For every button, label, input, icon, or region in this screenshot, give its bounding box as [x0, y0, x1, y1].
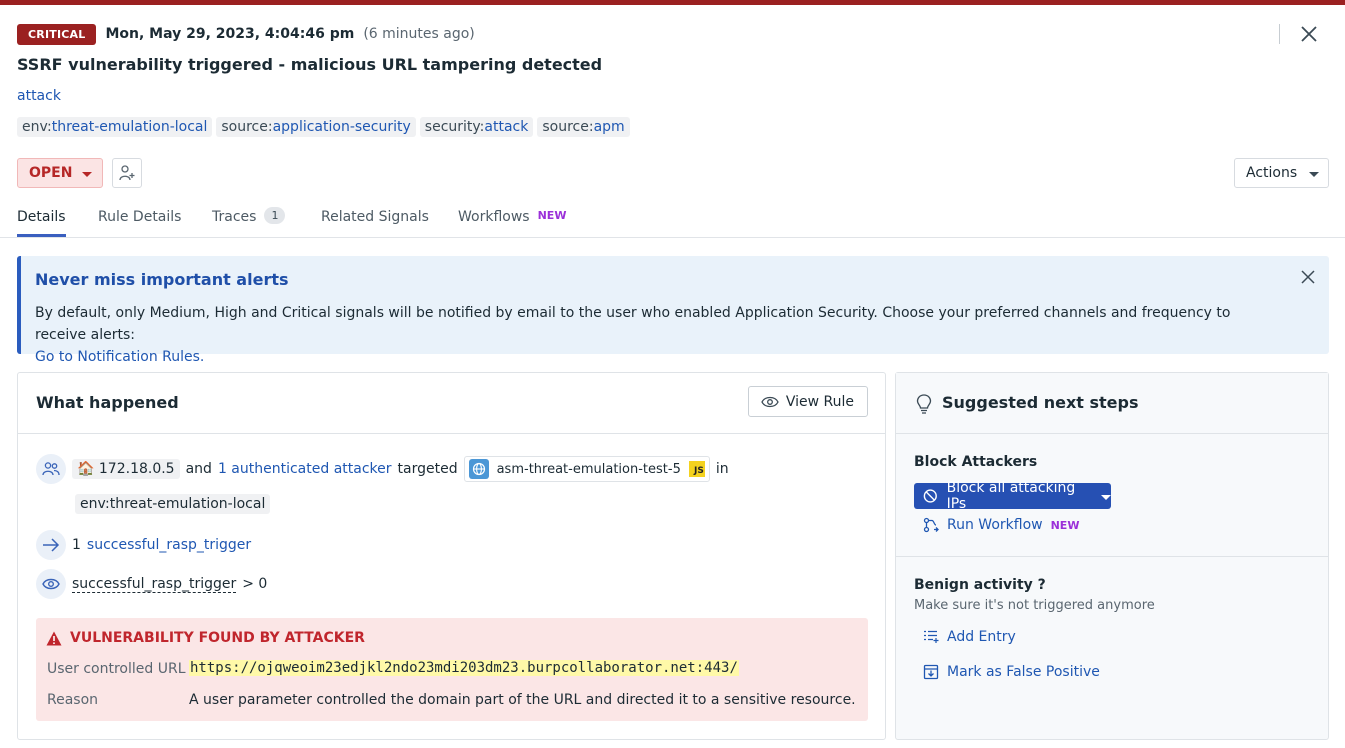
service-name: asm-threat-emulation-test-5 — [496, 461, 681, 477]
benign-subtitle: Make sure it's not triggered anymore — [914, 598, 1155, 613]
tab-related-signals[interactable]: Related Signals — [321, 209, 429, 237]
url-value: https://ojqweoim23edjkl2ndo23mdi203dm23.… — [189, 660, 739, 676]
users-icon — [36, 454, 66, 484]
signal-title: SSRF vulnerability triggered - malicious… — [17, 55, 603, 74]
tag-source-apm[interactable]: source:apm — [537, 117, 630, 137]
tag-source[interactable]: source:application-security — [216, 117, 416, 137]
category-link[interactable]: attack — [17, 88, 61, 104]
block-all-ips-button[interactable]: Block all attacking IPs — [914, 480, 1111, 512]
tag-env[interactable]: env:threat-emulation-local — [17, 117, 213, 137]
trigger-row: 1 successful_rasp_trigger — [36, 530, 251, 560]
archive-down-icon — [923, 664, 939, 680]
list-add-icon — [924, 630, 939, 643]
banner-title: Never miss important alerts — [35, 270, 289, 289]
block-attackers-title: Block Attackers — [914, 454, 1038, 470]
warning-icon — [46, 631, 62, 645]
false-positive-link[interactable]: Mark as False Positive — [923, 664, 1100, 680]
arrow-right-icon — [36, 530, 66, 560]
eye-icon — [761, 396, 779, 407]
add-user-icon — [119, 165, 135, 181]
notification-banner: Never miss important alerts By default, … — [17, 256, 1329, 365]
caret-down-icon — [82, 171, 93, 177]
next-steps-header: Suggested next steps — [896, 373, 1328, 434]
lightbulb-icon — [916, 394, 932, 414]
condition-row: successful_rasp_trigger > 0 — [36, 569, 267, 599]
tab-traces[interactable]: Traces 1 — [212, 207, 286, 237]
tab-rule-details[interactable]: Rule Details — [98, 209, 181, 237]
banner-text: By default, only Medium, High and Critic… — [35, 305, 1231, 365]
notification-rules-link[interactable]: Go to Notification Rules. — [35, 349, 204, 365]
relative-time: (6 minutes ago) — [363, 26, 475, 42]
what-happened-card: What happened View Rule 🏠 172.18.0.5 and… — [17, 372, 886, 740]
attackers-link[interactable]: 1 authenticated attacker — [218, 461, 392, 477]
house-icon: 🏠 — [77, 461, 95, 477]
url-label: User controlled URL — [47, 661, 186, 677]
next-steps-title: Suggested next steps — [942, 393, 1139, 412]
actions-dropdown[interactable]: Actions — [1234, 158, 1329, 188]
actions-label: Actions — [1246, 165, 1298, 181]
tab-workflows[interactable]: Workflows NEW — [458, 209, 566, 237]
service-chip[interactable]: asm-threat-emulation-test-5 JS — [463, 456, 710, 482]
javascript-icon: JS — [688, 461, 705, 477]
condition-name[interactable]: successful_rasp_trigger — [72, 576, 237, 593]
block-attackers-section: Block Attackers Block all attacking IPs … — [896, 435, 1328, 557]
close-icon — [1301, 270, 1315, 284]
vulnerability-heading: VULNERABILITY FOUND BY ATTACKER — [46, 630, 365, 646]
next-steps-card: Suggested next steps Block Attackers Blo… — [895, 372, 1329, 740]
assign-user-button[interactable] — [112, 158, 142, 188]
header-divider — [1279, 24, 1280, 44]
close-icon — [1301, 26, 1317, 42]
benign-title: Benign activity ? — [914, 577, 1046, 593]
tag-security[interactable]: security:attack — [419, 117, 534, 137]
env-chip[interactable]: env:threat-emulation-local — [75, 494, 271, 514]
vulnerability-box: VULNERABILITY FOUND BY ATTACKER User con… — [36, 618, 868, 721]
new-badge: NEW — [1050, 518, 1080, 532]
signal-timestamp: Mon, May 29, 2023, 4:04:46 pm — [105, 26, 355, 42]
eye-icon — [36, 569, 66, 599]
severity-top-bar — [0, 0, 1345, 5]
severity-badge: CRITICAL — [17, 23, 97, 45]
trigger-link[interactable]: successful_rasp_trigger — [87, 537, 251, 553]
status-dropdown[interactable]: OPEN — [17, 158, 103, 188]
signal-header: CRITICAL Mon, May 29, 2023, 4:04:46 pm (… — [17, 23, 475, 45]
attacker-ip-chip[interactable]: 🏠 172.18.0.5 — [72, 459, 180, 479]
workflow-icon — [923, 517, 939, 533]
traces-count-badge: 1 — [264, 207, 286, 224]
tab-bar: Details Rule Details Traces 1 Related Sig… — [0, 203, 1345, 238]
block-icon — [923, 489, 937, 503]
new-badge: NEW — [537, 209, 567, 222]
attack-summary-row: 🏠 172.18.0.5 and 1 authenticated attacke… — [36, 454, 729, 484]
reason-value: A user parameter controlled the domain p… — [189, 692, 856, 708]
globe-icon — [468, 459, 489, 479]
view-rule-label: View Rule — [785, 393, 854, 410]
reason-label: Reason — [47, 692, 99, 708]
what-happened-header: What happened View Rule — [18, 373, 885, 434]
env-row: env:threat-emulation-local — [75, 494, 271, 514]
caret-down-icon — [1309, 171, 1320, 177]
status-label: OPEN — [29, 165, 73, 181]
benign-activity-section: Benign activity ? Make sure it's not tri… — [896, 558, 1328, 680]
banner-close-button[interactable] — [1301, 270, 1315, 284]
tag-list: env:threat-emulation-local source:applic… — [17, 117, 630, 137]
tab-details[interactable]: Details — [17, 209, 66, 237]
add-entry-link[interactable]: Add Entry — [923, 629, 1016, 645]
view-rule-button[interactable]: View Rule — [747, 386, 868, 417]
close-panel-button[interactable] — [1299, 24, 1319, 44]
what-happened-title: What happened — [36, 393, 179, 412]
run-workflow-link[interactable]: Run Workflow NEW — [923, 517, 1079, 533]
caret-down-icon — [1101, 494, 1111, 500]
